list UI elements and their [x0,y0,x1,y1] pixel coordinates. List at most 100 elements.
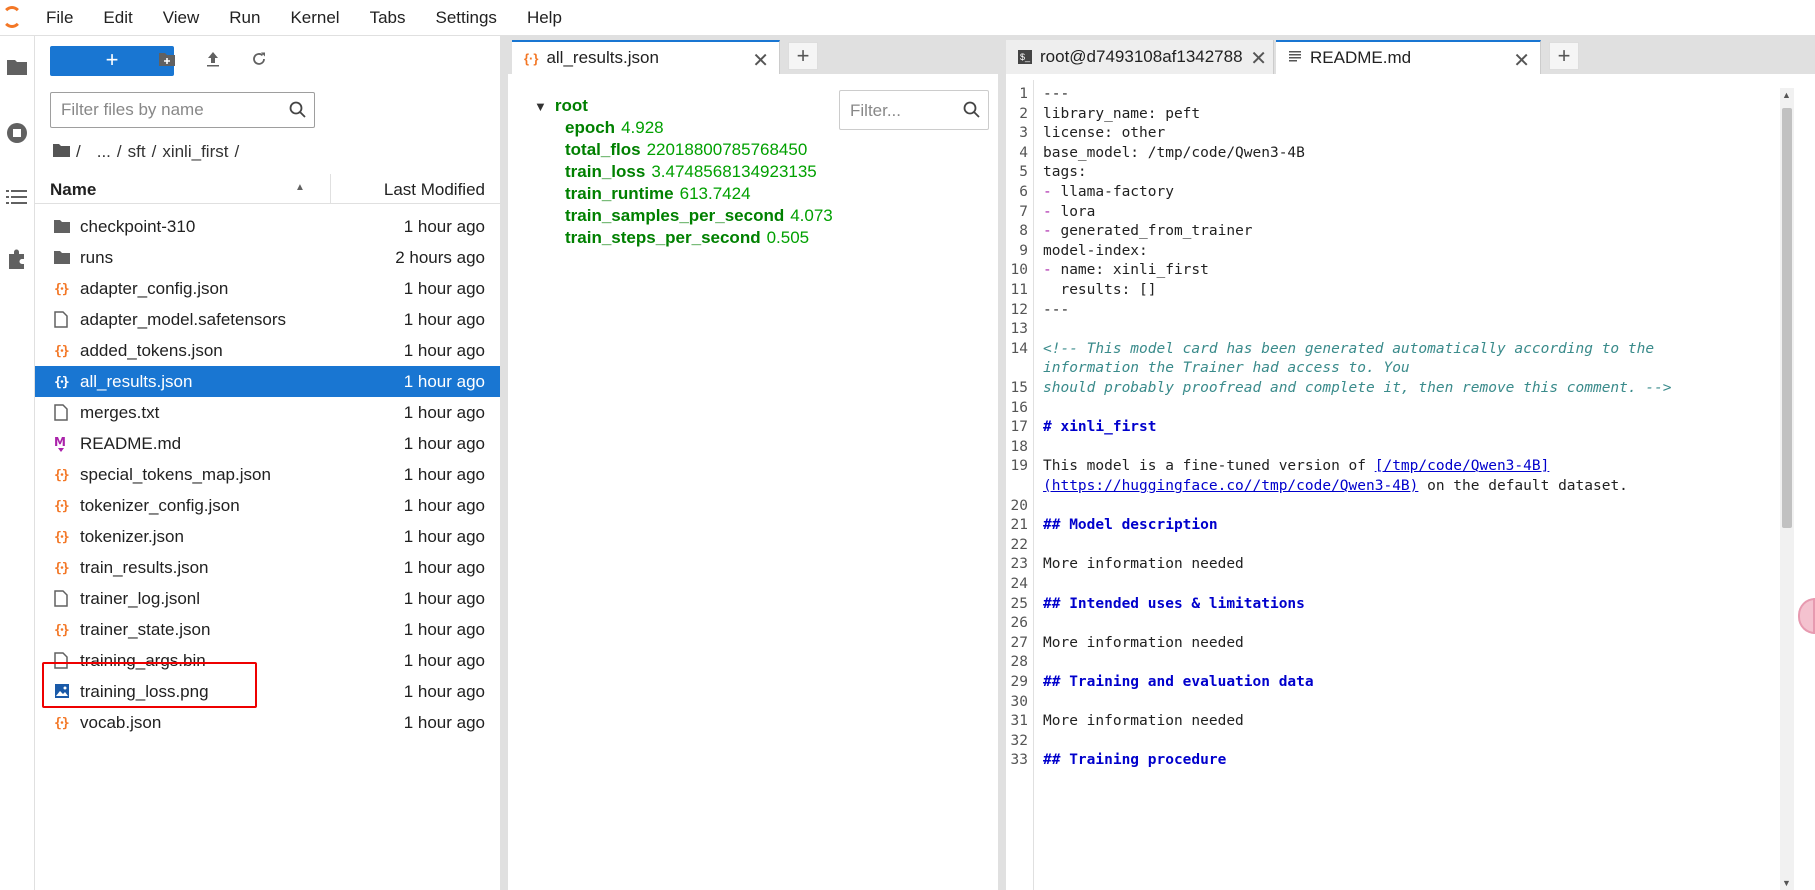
breadcrumb-root[interactable]: / [76,142,81,162]
tab-all-results-json[interactable]: {·} all_results.json ✕ [512,40,780,74]
menu-run[interactable]: Run [214,0,275,36]
column-divider[interactable] [330,174,331,204]
folder-icon [54,249,70,267]
menu-settings[interactable]: Settings [421,0,512,36]
json-icon: {} [54,342,70,360]
tab-terminal[interactable]: $_ root@d7493108af1342788 ✕ [1006,40,1274,74]
file-row[interactable]: {} all_results.json 1 hour ago [35,366,500,397]
json-entry[interactable]: train_runtime 613.7424 [565,184,751,204]
search-icon [963,101,980,123]
line-number: 27 [1010,634,1028,651]
json-entry[interactable]: total_flos 22018800785768450 [565,140,807,160]
expand-arrow-icon[interactable]: ▼ [534,99,547,114]
line-text: tags: [1043,164,1087,181]
file-row[interactable]: {} special_tokens_map.json 1 hour ago [35,459,500,490]
menu-kernel[interactable]: Kernel [275,0,354,36]
breadcrumb-sft[interactable]: sft [128,142,146,162]
file-row[interactable]: checkpoint-310 1 hour ago [35,211,500,242]
line-text: license: other [1043,125,1166,142]
upload-icon[interactable] [201,50,225,74]
jupyter-logo-icon [0,0,30,36]
file-row[interactable]: adapter_model.safetensors 1 hour ago [35,304,500,335]
line-number: 15 [1010,380,1028,396]
file-icon [54,404,70,422]
file-row[interactable]: {} tokenizer_config.json 1 hour ago [35,490,500,521]
file-modified: 1 hour ago [403,527,485,546]
add-tab-button[interactable]: + [788,42,818,70]
menu-file[interactable]: File [30,0,88,36]
menu-tabs[interactable]: Tabs [355,0,421,36]
tabbar-right: $_ root@d7493108af1342788 ✕ README.md ✕ … [1006,36,1815,74]
file-name: vocab.json [80,713,162,732]
breadcrumb: / ... / sft / xinli_first / [53,138,239,166]
file-row[interactable]: {} trainer_state.json 1 hour ago [35,614,500,645]
link-url[interactable]: (https://huggingface.co//tmp/code/Qwen3-… [1043,478,1418,494]
file-name: all_results.json [80,372,193,391]
folder-icon[interactable] [4,54,30,80]
json-value: 3.4748568134923135 [651,162,817,181]
json-entry[interactable]: train_steps_per_second 0.505 [565,228,809,248]
menu-edit[interactable]: Edit [88,0,147,36]
panel-splitter[interactable] [998,36,1006,890]
table-of-contents-icon[interactable] [4,184,30,210]
panel-splitter[interactable] [500,36,508,890]
running-kernels-icon[interactable] [4,120,30,146]
json-entry[interactable]: train_loss 3.4748568134923135 [565,162,817,182]
readme-editor[interactable]: 1 --- 2 library_name: peft 3 license: other 4 b… [1006,80,1794,890]
folder-icon [54,218,70,236]
json-entry[interactable]: train_samples_per_second 4.073 [565,206,833,226]
file-modified: 1 hour ago [403,465,485,484]
breadcrumb-ellipsis[interactable]: ... [97,142,111,162]
file-modified: 1 hour ago [403,589,485,608]
file-row[interactable]: M README.md 1 hour ago [35,428,500,459]
line-number: 32 [1010,732,1028,749]
line-text: results: [] [1043,282,1157,298]
file-modified: 1 hour ago [403,341,485,360]
column-header-name[interactable]: Name [50,180,96,200]
scrollbar-thumb[interactable] [1782,108,1792,528]
breadcrumb-separator: / [116,142,122,161]
close-icon[interactable]: ✕ [1250,46,1267,71]
file-row[interactable]: {} tokenizer.json 1 hour ago [35,521,500,552]
new-folder-icon[interactable] [155,50,179,74]
file-row[interactable]: trainer_log.jsonl 1 hour ago [35,583,500,614]
column-header-last-modified[interactable]: Last Modified [384,180,485,200]
file-row[interactable]: {} train_results.json 1 hour ago [35,552,500,583]
breadcrumb-xinli-first[interactable]: xinli_first [162,142,228,162]
list-dash: - [1043,262,1061,279]
floating-assistant-icon[interactable] [1798,598,1815,634]
close-icon[interactable]: ✕ [752,48,769,73]
close-icon[interactable]: ✕ [1513,48,1530,73]
line-text: ## Model description [1043,517,1218,534]
tab-label: all_results.json [546,48,659,67]
editor-scrollbar[interactable]: ▲ ▼ [1780,88,1794,890]
line-number: 29 [1010,674,1028,690]
tab-readme[interactable]: README.md ✕ [1276,40,1541,74]
line-number: 21 [1010,517,1028,534]
refresh-icon[interactable] [247,50,271,74]
file-modified: 1 hour ago [403,682,485,701]
json-entry[interactable]: epoch 4.928 [565,118,664,138]
extensions-puzzle-icon[interactable] [4,246,30,272]
file-filter-input[interactable] [61,100,281,120]
file-row[interactable]: {} adapter_config.json 1 hour ago [35,273,500,304]
line-number: 13 [1010,321,1028,338]
file-row[interactable]: runs 2 hours ago [35,242,500,273]
json-filter-input[interactable]: Filter... [839,90,989,130]
menu-view[interactable]: View [148,0,215,36]
json-icon: {} [54,528,70,546]
code-line: 33 ## Training procedure [1006,749,1786,771]
json-root-node[interactable]: ▼ root [534,96,588,116]
scroll-down-icon[interactable]: ▼ [1782,878,1791,888]
menu-help[interactable]: Help [512,0,577,36]
json-key: train_loss [565,162,646,181]
file-row[interactable]: {} added_tokens.json 1 hour ago [35,335,500,366]
file-row[interactable]: merges.txt 1 hour ago [35,397,500,428]
breadcrumb-home-folder-icon[interactable] [53,142,70,162]
add-tab-button[interactable]: + [1549,42,1579,70]
scroll-up-icon[interactable]: ▲ [1782,90,1791,100]
file-name: added_tokens.json [80,341,223,360]
file-row[interactable]: {} vocab.json 1 hour ago [35,707,500,738]
file-filter-field[interactable] [50,92,315,128]
link-text[interactable]: [/tmp/code/Qwen3-4B] [1375,458,1550,474]
